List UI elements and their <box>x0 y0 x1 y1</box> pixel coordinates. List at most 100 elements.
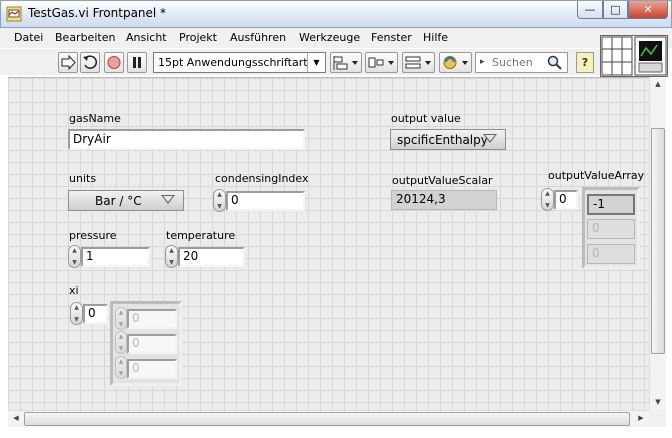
increment-arrow-icon: ▲ <box>118 333 124 340</box>
outputvaluearray-label: outputValueArray <box>548 169 645 182</box>
condensingindex-stepper[interactable]: ▲ ▼ <box>213 189 226 212</box>
increment-arrow-icon: ▲ <box>72 247 77 254</box>
decrement-arrow-icon: ▼ <box>169 259 174 266</box>
abort-button[interactable] <box>104 52 124 73</box>
vertical-scroll-thumb[interactable] <box>651 128 665 354</box>
pause-icon <box>133 57 141 68</box>
xi-label: xi <box>69 284 79 297</box>
run-button[interactable] <box>58 52 78 73</box>
increment-arrow-icon: ▲ <box>169 247 174 254</box>
minimize-icon: — <box>584 3 596 16</box>
outputvaluearray-index-stepper[interactable]: ▲ ▼ <box>541 188 554 211</box>
increment-arrow-icon: ▲ <box>74 304 79 311</box>
horizontal-scroll-thumb[interactable] <box>24 412 630 426</box>
reorder-button[interactable] <box>439 52 472 73</box>
increment-arrow-icon: ▲ <box>217 191 222 198</box>
distribute-objects-button[interactable] <box>365 52 398 73</box>
increment-arrow-icon: ▲ <box>118 309 124 316</box>
output-value-label: output value <box>391 112 461 125</box>
menu-datei[interactable]: Datei <box>14 31 43 44</box>
outputvaluescalar-indicator: 20124,3 <box>391 190 497 210</box>
search-icon <box>547 55 562 70</box>
dropdown-triangle-icon <box>161 195 175 204</box>
pause-button[interactable] <box>127 52 147 73</box>
xi-element-1[interactable]: 0 <box>127 334 177 354</box>
resize-objects-button[interactable] <box>402 52 435 73</box>
menu-projekt[interactable]: Projekt <box>179 31 217 44</box>
decrement-arrow-icon: ▼ <box>217 203 222 210</box>
decrement-arrow-icon: ▼ <box>118 345 124 352</box>
close-icon: ✕ <box>643 3 653 16</box>
menu-ansicht[interactable]: Ansicht <box>126 31 167 44</box>
condensingindex-input[interactable]: 0 <box>226 191 305 211</box>
size-grip[interactable] <box>649 410 666 427</box>
stop-icon <box>107 56 121 69</box>
pressure-stepper[interactable]: ▲ ▼ <box>68 245 81 268</box>
font-select-value: 15pt Anwendungsschriftart <box>158 56 308 69</box>
scroll-down-icon[interactable]: ▼ <box>651 398 665 406</box>
outputvaluearray-element-1: 0 <box>587 219 635 239</box>
menu-werkzeuge[interactable]: Werkzeuge <box>299 31 360 44</box>
menu-bearbeiten[interactable]: Bearbeiten <box>55 31 115 44</box>
xi-element-2[interactable]: 0 <box>127 359 177 379</box>
scroll-up-icon[interactable]: ▲ <box>651 80 665 88</box>
maximize-button[interactable]: □ <box>603 1 628 19</box>
decrement-arrow-icon: ▼ <box>74 316 79 323</box>
xi-element-stepper: ▲ ▼ <box>115 356 127 379</box>
outputvaluearray-element-2: 0 <box>587 244 635 264</box>
units-ring[interactable]: Bar / °C <box>68 190 184 211</box>
xi-element-0[interactable]: 0 <box>127 309 177 329</box>
gasname-input[interactable]: DryAir <box>68 129 305 150</box>
xi-element-stepper: ▲ ▼ <box>115 307 127 330</box>
xi-index-input[interactable]: 0 <box>83 304 108 324</box>
close-button[interactable]: ✕ <box>628 1 668 19</box>
xi-element-stepper: ▲ ▼ <box>115 331 127 354</box>
run-arrow-icon <box>61 54 76 71</box>
distribute-icon <box>368 57 394 68</box>
reorder-icon <box>443 56 468 69</box>
font-select[interactable]: 15pt Anwendungsschriftart ▼ <box>153 52 326 73</box>
front-panel[interactable] <box>8 77 649 410</box>
temperature-input[interactable]: 20 <box>178 247 245 267</box>
scroll-right-icon[interactable]: ▶ <box>635 414 647 422</box>
gasname-label: gasName <box>69 112 121 125</box>
search-placeholder: Suchen <box>492 56 533 69</box>
maximize-icon: □ <box>610 3 621 16</box>
context-help-button[interactable]: ? <box>576 52 594 73</box>
window-title: TestGas.vi Frontpanel * <box>28 6 167 20</box>
pressure-input[interactable]: 1 <box>81 247 150 267</box>
menu-hilfe[interactable]: Hilfe <box>423 31 448 44</box>
run-continuously-icon <box>83 55 98 69</box>
xi-index-stepper[interactable]: ▲ ▼ <box>70 302 83 325</box>
output-value-value: spcificEnthalpy <box>397 133 488 147</box>
decrement-arrow-icon: ▼ <box>545 202 550 209</box>
increment-arrow-icon: ▲ <box>118 358 124 365</box>
units-value: Bar / °C <box>95 194 142 208</box>
connector-pane-icon[interactable] <box>600 35 668 77</box>
outputvaluearray-index-input[interactable]: 0 <box>554 190 578 210</box>
align-icon <box>333 56 358 70</box>
menu-fenster[interactable]: Fenster <box>371 31 412 44</box>
outputvaluescalar-label: outputValueScalar <box>392 174 493 187</box>
search-mode-icon: ▸ <box>480 57 485 67</box>
help-icon: ? <box>581 56 589 69</box>
temperature-label: temperature <box>166 229 236 242</box>
units-label: units <box>69 172 97 185</box>
decrement-arrow-icon: ▼ <box>118 321 124 328</box>
pressure-label: pressure <box>69 229 117 242</box>
labview-app-icon <box>6 6 22 22</box>
decrement-arrow-icon: ▼ <box>118 370 124 377</box>
align-objects-button[interactable] <box>330 52 362 73</box>
increment-arrow-icon: ▲ <box>545 190 550 197</box>
search-input[interactable]: ▸ Suchen <box>475 52 568 73</box>
connector-pane-grid <box>601 36 667 76</box>
output-value-ring[interactable]: spcificEnthalpy <box>390 129 506 150</box>
scroll-left-icon[interactable]: ◀ <box>10 414 22 422</box>
menu-ausfuehren[interactable]: Ausführen <box>230 31 286 44</box>
temperature-stepper[interactable]: ▲ ▼ <box>165 245 178 268</box>
run-continuously-button[interactable] <box>80 52 100 73</box>
dropdown-triangle-icon <box>483 134 497 143</box>
chevron-down-icon: ▼ <box>307 53 325 72</box>
minimize-button[interactable]: — <box>577 1 603 19</box>
decrement-arrow-icon: ▼ <box>72 259 77 266</box>
